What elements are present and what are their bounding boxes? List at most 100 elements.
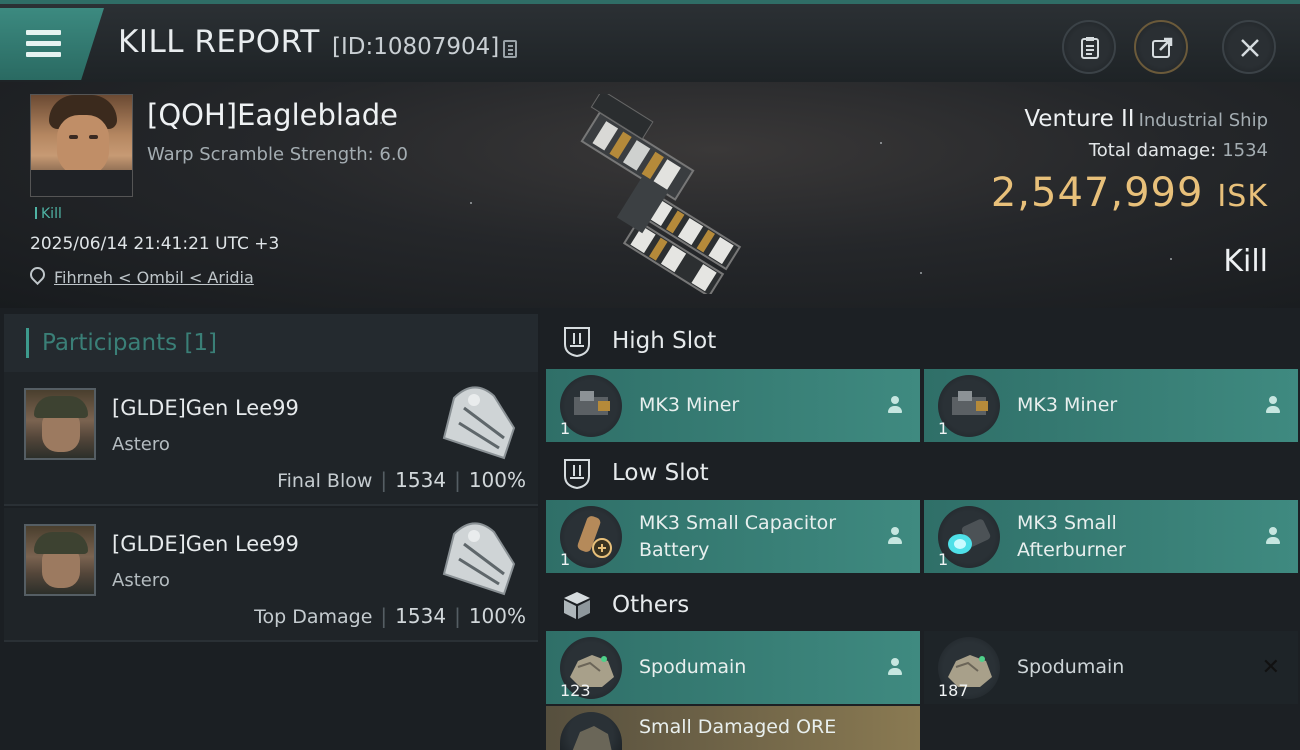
portrait-eye xyxy=(89,135,98,139)
cargo-item[interactable]: Small Damaged ORE xyxy=(546,706,920,750)
isk-value: 2,547,999 ISK xyxy=(991,170,1268,216)
participant-damage: 1534 xyxy=(395,604,447,628)
stat-separator: | xyxy=(380,468,388,492)
portrait-face xyxy=(57,115,109,177)
participant-stats: Final Blow | 1534 | 100% xyxy=(277,468,526,492)
participant-avatar[interactable] xyxy=(24,524,96,596)
fitting-item[interactable]: 1 MK3 Miner xyxy=(924,369,1298,442)
item-name-line2: Battery xyxy=(639,539,710,561)
portrait-eye xyxy=(69,135,78,139)
item-name: Spodumain xyxy=(639,656,747,678)
high-slot-header: High Slot xyxy=(540,310,1300,370)
participants-title: Participants [1] xyxy=(42,330,217,356)
share-icon xyxy=(1152,37,1173,58)
others-header: Others xyxy=(540,574,1300,634)
report-id: [ID:10807904] xyxy=(332,34,500,60)
stat-separator: | xyxy=(454,468,461,492)
participant-stats: Top Damage | 1534 | 100% xyxy=(254,604,526,628)
star xyxy=(920,272,922,274)
item-name-line2: Afterburner xyxy=(1017,539,1126,561)
clipboard-button[interactable] xyxy=(1062,20,1116,74)
star xyxy=(1170,258,1172,260)
victim-ship-image xyxy=(580,94,742,294)
total-damage-label: Total damage: xyxy=(1088,140,1217,161)
avatar-cap xyxy=(34,532,88,554)
hamburger-icon-line xyxy=(26,52,61,57)
isk-amount: 2,547,999 xyxy=(990,170,1204,216)
stat-separator: | xyxy=(380,604,388,628)
participant-role: Final Blow xyxy=(277,470,373,492)
astero-ship-icon xyxy=(442,386,516,460)
location-pin-icon xyxy=(26,263,49,286)
low-slot-header: Low Slot xyxy=(540,442,1300,502)
victim-ship: Venture II Industrial Ship xyxy=(1024,106,1268,132)
avatar-face xyxy=(42,412,80,452)
hamburger-icon xyxy=(26,30,61,35)
victim-portrait[interactable] xyxy=(30,94,133,197)
star xyxy=(880,142,882,144)
participant-card[interactable]: [GLDE]Gen Lee99 Astero Final Blow | 1534 | 1… xyxy=(4,372,538,506)
destroyed-x-icon: ✕ xyxy=(1261,655,1280,680)
star xyxy=(470,202,472,204)
fitting-item[interactable]: 1 MK3 Small Afterburner xyxy=(924,500,1298,573)
item-quantity: 1 xyxy=(938,419,949,438)
person-icon xyxy=(1264,527,1282,545)
kill-location-link[interactable]: Fihrneh < Ombil < Aridia xyxy=(54,268,254,287)
item-quantity: 1 xyxy=(560,550,571,569)
participant-percent: 100% xyxy=(468,604,526,628)
menu-button[interactable] xyxy=(0,8,104,80)
high-slot-label: High Slot xyxy=(612,328,717,354)
close-icon xyxy=(1241,39,1259,57)
participant-damage: 1534 xyxy=(395,468,447,492)
item-quantity: 123 xyxy=(560,681,591,700)
astero-ship-icon xyxy=(442,522,516,596)
participant-name[interactable]: [GLDE]Gen Lee99 xyxy=(112,532,299,556)
item-name: Spodumain xyxy=(1017,656,1125,678)
fitting-item[interactable]: 1 MK3 Small Capacitor Battery xyxy=(546,500,920,573)
copy-icon[interactable] xyxy=(503,40,517,58)
participant-percent: 100% xyxy=(468,468,526,492)
low-slot-label: Low Slot xyxy=(612,460,709,486)
avatar-face xyxy=(42,548,80,588)
item-name-line1: MK3 Small xyxy=(1017,512,1117,534)
item-quantity: 187 xyxy=(938,681,969,700)
fittings-panel: High Slot 1 MK3 Miner 1 MK3 Miner Low Sl… xyxy=(540,308,1300,750)
page-title: KILL REPORT xyxy=(118,24,320,60)
clipboard-icon xyxy=(1081,37,1099,59)
participant-ship: Astero xyxy=(112,434,170,455)
participants-panel: Participants [1] [GLDE]Gen Lee99 Astero … xyxy=(0,308,540,750)
others-label: Others xyxy=(612,592,690,618)
participant-ship: Astero xyxy=(112,570,170,591)
portrait-suit xyxy=(31,170,132,196)
ore-icon xyxy=(560,712,622,750)
participant-avatar[interactable] xyxy=(24,388,96,460)
cargo-item[interactable]: 123 Spodumain xyxy=(546,631,920,704)
total-damage: Total damage: 1534 xyxy=(1089,140,1268,161)
cargo-box-icon xyxy=(564,592,590,619)
cargo-item[interactable]: 187 Spodumain ✕ xyxy=(924,631,1298,704)
ship-class: Industrial Ship xyxy=(1138,110,1268,131)
header-accent xyxy=(26,328,29,358)
result-label: Kill xyxy=(1223,244,1268,279)
item-name: MK3 Miner xyxy=(639,394,740,416)
low-slot-icon xyxy=(564,459,590,490)
participant-role: Top Damage xyxy=(254,606,373,628)
isk-unit: ISK xyxy=(1217,179,1268,214)
person-icon xyxy=(886,396,904,414)
fitting-item[interactable]: 1 MK3 Miner xyxy=(546,369,920,442)
item-quantity: 1 xyxy=(938,550,949,569)
header-bar: KILL REPORT [ID:10807904] xyxy=(0,0,1300,82)
person-icon xyxy=(886,658,904,676)
share-button[interactable] xyxy=(1134,20,1188,74)
participant-card[interactable]: [GLDE]Gen Lee99 Astero Top Damage | 1534 | 1… xyxy=(4,508,538,642)
person-icon xyxy=(886,527,904,545)
total-damage-value: 1534 xyxy=(1222,140,1268,161)
item-name: Small Damaged ORE xyxy=(639,716,837,738)
kill-timestamp: 2025/06/14 21:41:21 UTC +3 xyxy=(30,234,280,254)
stat-separator: | xyxy=(454,604,461,628)
close-button[interactable] xyxy=(1222,20,1276,74)
person-icon xyxy=(1264,396,1282,414)
victim-banner: [QOH]Eagleblade Warp Scramble Strength: … xyxy=(0,82,1300,308)
victim-name[interactable]: [QOH]Eagleblade xyxy=(147,98,398,132)
participant-name[interactable]: [GLDE]Gen Lee99 xyxy=(112,396,299,420)
